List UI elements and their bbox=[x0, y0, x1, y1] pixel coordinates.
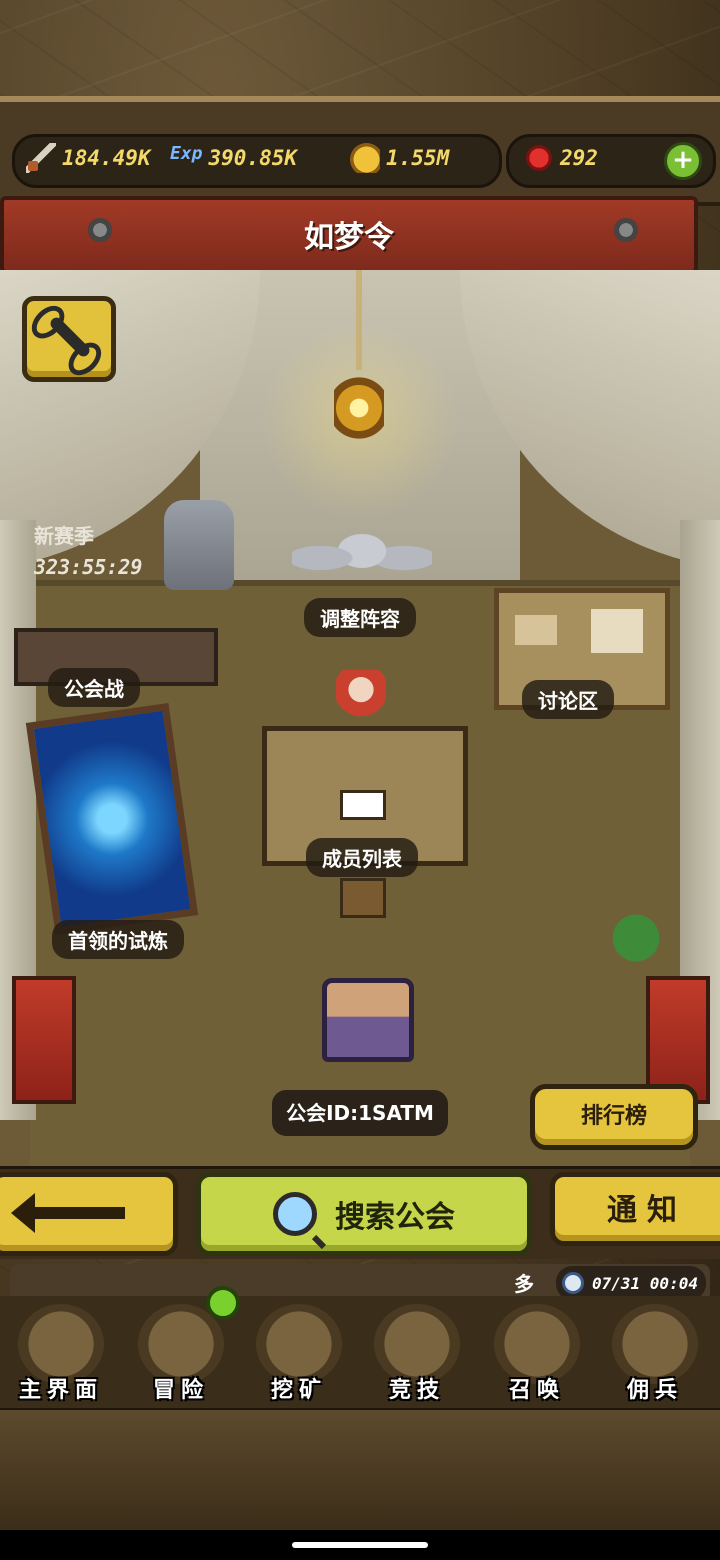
gold-resource: 1.55M bbox=[350, 143, 449, 173]
guild-war-label[interactable]: 公会战 bbox=[48, 668, 140, 707]
adjust-lineup-label[interactable]: 调整阵容 bbox=[304, 598, 416, 637]
banner-left bbox=[12, 976, 76, 1104]
boss-trial-label[interactable]: 首领的试炼 bbox=[52, 920, 184, 959]
guild-title-ribbon: 如梦令 bbox=[0, 196, 698, 274]
nav-arena[interactable]: 竞技 bbox=[362, 1300, 472, 1404]
knights-sprite[interactable] bbox=[292, 530, 432, 600]
season-timer: 323:55:29 bbox=[34, 555, 143, 579]
time-display: 07/31 00:04 bbox=[556, 1266, 706, 1300]
nav-arena-label: 竞技 bbox=[388, 1378, 445, 1403]
potted-plant bbox=[604, 906, 668, 986]
datetime-text: 07/31 00:04 bbox=[592, 1273, 698, 1293]
gem-icon bbox=[524, 143, 554, 173]
search-guild-label: 搜索公会 bbox=[335, 1200, 455, 1235]
season-title: 新赛季 bbox=[34, 524, 94, 548]
nav-summon[interactable]: 召唤 bbox=[482, 1300, 592, 1404]
add-gems-button[interactable]: + bbox=[664, 142, 702, 180]
search-guild-button[interactable]: 搜索公会 bbox=[196, 1172, 532, 1256]
clock-icon bbox=[562, 1272, 584, 1294]
gem-value: 292 bbox=[560, 146, 598, 170]
ranking-button[interactable]: 排行榜 bbox=[530, 1084, 698, 1150]
discussion-label[interactable]: 讨论区 bbox=[522, 680, 614, 719]
home-indicator[interactable] bbox=[292, 1542, 428, 1548]
nav-summon-label: 召唤 bbox=[508, 1378, 565, 1403]
arrow-left-icon bbox=[11, 1193, 125, 1233]
nav-mining[interactable]: 挖矿 bbox=[244, 1300, 354, 1404]
stool bbox=[340, 878, 386, 918]
sword-icon bbox=[26, 143, 56, 173]
guild-master-sprite bbox=[336, 670, 386, 726]
coin-icon bbox=[350, 143, 380, 173]
nav-mining-label: 挖矿 bbox=[270, 1378, 327, 1403]
exp-icon: Exp bbox=[170, 143, 203, 164]
attack-resource: 184.49K bbox=[26, 143, 151, 173]
nav-main-label: 主界面 bbox=[18, 1378, 103, 1403]
book-quill-icon bbox=[340, 790, 386, 820]
nav-main[interactable]: 主界面 bbox=[6, 1300, 116, 1404]
back-button[interactable] bbox=[0, 1172, 178, 1256]
lantern-icon bbox=[334, 364, 384, 444]
settings-wrench-button[interactable] bbox=[22, 296, 116, 382]
season-info[interactable]: 新赛季 323:55:29 bbox=[34, 520, 174, 590]
nav-adventure-label: 冒险 bbox=[152, 1378, 209, 1403]
gem-resource: 292 bbox=[524, 143, 598, 173]
member-list-label[interactable]: 成员列表 bbox=[306, 838, 418, 877]
nav-mercenary-label: 佣兵 bbox=[626, 1378, 683, 1403]
exp-resource: Exp 390.85K bbox=[170, 143, 297, 173]
attack-value: 184.49K bbox=[62, 146, 151, 170]
gold-value: 1.55M bbox=[386, 146, 450, 170]
nav-mercenary[interactable]: 佣兵 bbox=[600, 1300, 710, 1404]
multi-indicator: 多 bbox=[514, 1272, 534, 1296]
notification-dot bbox=[206, 1286, 240, 1320]
armor-stand-icon bbox=[164, 500, 234, 590]
wrench-icon bbox=[48, 315, 92, 359]
exp-value: 390.85K bbox=[208, 146, 298, 170]
guild-id: 公会ID:1SATM bbox=[272, 1090, 448, 1136]
bottom-frame bbox=[0, 1410, 720, 1530]
notice-button[interactable]: 通知 bbox=[550, 1172, 720, 1246]
lantern-rope bbox=[356, 270, 362, 370]
guild-name: 如梦令 bbox=[304, 220, 394, 255]
magnifier-icon bbox=[273, 1192, 317, 1236]
treasure-chest[interactable] bbox=[322, 978, 414, 1062]
boss-portal[interactable] bbox=[25, 703, 199, 935]
